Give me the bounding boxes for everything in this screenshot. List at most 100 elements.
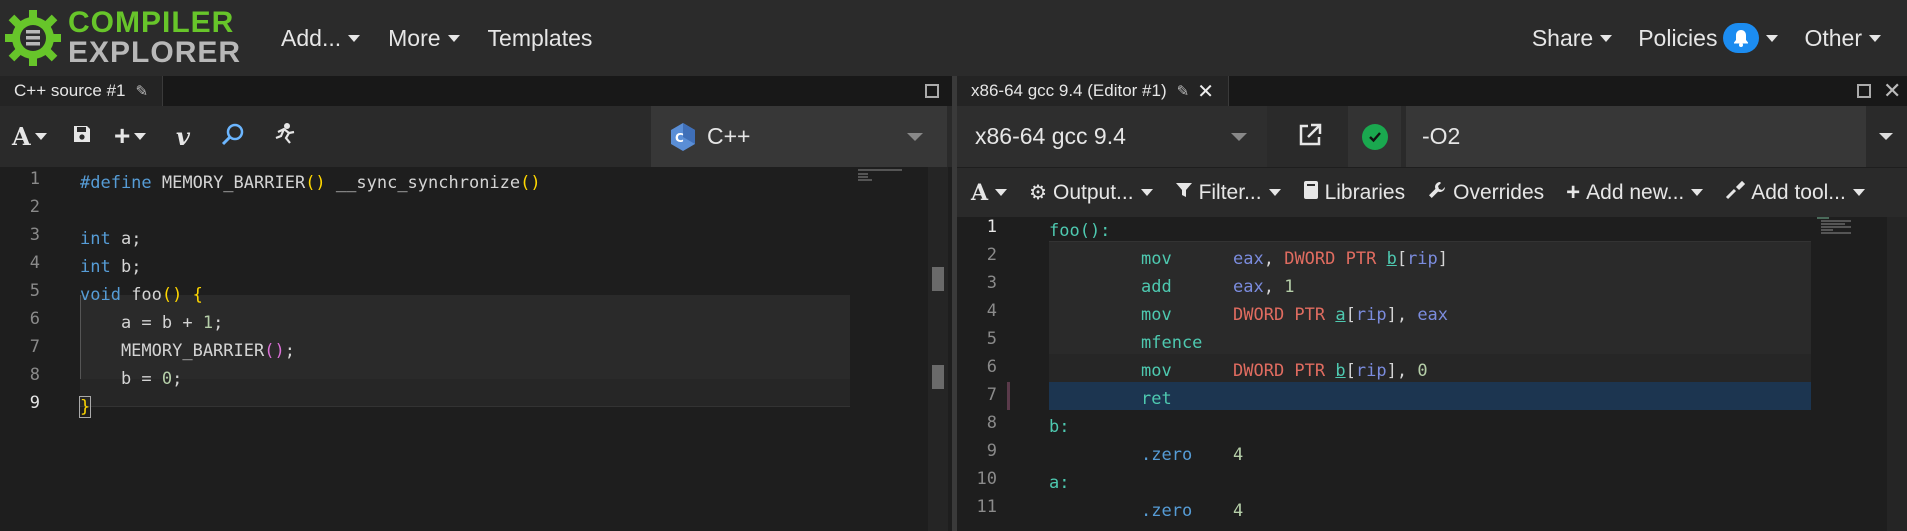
- add-new-menu[interactable]: + Add new...: [1566, 178, 1704, 207]
- logo-text-explorer: EXPLORER: [68, 36, 242, 69]
- compiler-explorer-logo[interactable]: COMPILER EXPLORER: [4, 0, 241, 76]
- nav-templates[interactable]: Templates: [488, 25, 593, 52]
- compiler-bar: x86-64 gcc 9.4 -O2: [957, 106, 1907, 167]
- runner-icon[interactable]: [270, 122, 298, 148]
- code-line: a = b + 1;: [80, 313, 224, 333]
- line-number: 2: [29, 197, 40, 217]
- nav-more-menu[interactable]: More: [388, 25, 460, 52]
- book-icon: [1303, 180, 1319, 206]
- line-highlight: [80, 379, 850, 407]
- top-navbar: COMPILER EXPLORER Add... More Templates …: [0, 0, 1907, 76]
- asm-operands: eax, 1: [1233, 277, 1295, 297]
- chevron-down-icon: [348, 34, 361, 42]
- output-toolbar: A ⚙ Output... Filter... Libraries Overrid…: [957, 167, 1907, 217]
- vertical-scrollbar[interactable]: [928, 167, 948, 531]
- maximize-icon[interactable]: [925, 84, 939, 98]
- close-pane-icon[interactable]: ✕: [1883, 78, 1901, 104]
- line-number: 8: [29, 365, 40, 385]
- chevron-down-icon: [1869, 34, 1881, 42]
- asm-line: a:: [1049, 473, 1070, 493]
- asm-line: .zero: [1141, 445, 1193, 465]
- compiler-tab-title: x86-64 gcc 9.4 (Editor #1): [971, 81, 1167, 100]
- vertical-scrollbar[interactable]: [1887, 217, 1907, 531]
- language-select[interactable]: C C++: [651, 106, 947, 167]
- code-line: MEMORY_BARRIER();: [80, 341, 295, 361]
- nav-policies-menu[interactable]: Policies: [1638, 23, 1779, 53]
- source-toolbar: A + v C C++: [0, 106, 952, 167]
- filter-menu[interactable]: Filter...: [1175, 181, 1281, 205]
- asm-operands: DWORD PTR b[rip], 0: [1233, 361, 1428, 381]
- vim-icon[interactable]: v: [176, 122, 190, 151]
- compiler-select[interactable]: x86-64 gcc 9.4: [957, 106, 1267, 167]
- chevron-down-icon: [1600, 34, 1613, 42]
- asm-line: mov: [1141, 305, 1172, 325]
- asm-line: add: [1141, 277, 1172, 297]
- code-line: b = 0;: [80, 369, 183, 389]
- chevron-down-icon: [907, 133, 923, 141]
- save-icon[interactable]: [72, 124, 92, 144]
- line-number: 6: [986, 357, 997, 377]
- funnel-icon: [1175, 181, 1193, 205]
- check-icon: [1361, 123, 1388, 150]
- popout-icon[interactable]: [1297, 122, 1323, 153]
- line-border: [1049, 217, 1811, 242]
- plus-icon: +: [1566, 178, 1581, 206]
- source-tabbar: C++ source #1 ✎: [0, 76, 952, 106]
- asm-operands: DWORD PTR a[rip], eax: [1233, 305, 1449, 325]
- asm-line: mfence: [1141, 333, 1203, 353]
- source-tab-title: C++ source #1: [14, 81, 126, 100]
- asm-operands: 4: [1233, 501, 1244, 521]
- pencil-icon[interactable]: ✎: [1177, 82, 1190, 100]
- code-line: }: [78, 396, 92, 418]
- code-line: void foo() {: [80, 285, 203, 305]
- font-size-icon[interactable]: A: [12, 122, 47, 151]
- compiler-tab[interactable]: x86-64 gcc 9.4 (Editor #1) ✎ ✕: [957, 76, 1229, 106]
- line-number: 3: [29, 225, 40, 245]
- options-dropdown-icon[interactable]: [1879, 133, 1893, 140]
- minimap[interactable]: [858, 169, 910, 183]
- nav-share-menu[interactable]: Share: [1532, 25, 1613, 52]
- asm-line: ret: [1141, 389, 1172, 409]
- asm-line: foo():: [1049, 221, 1111, 241]
- search-icon[interactable]: [220, 122, 246, 148]
- gutter-marker: [1007, 382, 1010, 410]
- add-tool-menu[interactable]: Add tool...: [1725, 180, 1865, 206]
- line-number: 1: [986, 217, 997, 237]
- svg-text:C: C: [675, 131, 684, 145]
- line-number: 4: [986, 301, 997, 321]
- pencil-icon[interactable]: ✎: [136, 82, 149, 100]
- compiler-options-input[interactable]: -O2: [1406, 106, 1866, 167]
- minimap[interactable]: [1817, 217, 1857, 239]
- assembly-output[interactable]: 1 2 3 4 5 6 7 8 9 10 11 foo(): mov eax, …: [957, 217, 1907, 531]
- line-number: 9: [29, 393, 40, 413]
- line-number: 3: [986, 273, 997, 293]
- source-tab[interactable]: C++ source #1 ✎: [0, 76, 164, 106]
- add-icon[interactable]: +: [114, 120, 147, 152]
- nav-add-menu[interactable]: Add...: [281, 25, 361, 52]
- compiler-name: x86-64 gcc 9.4: [975, 123, 1126, 149]
- close-icon[interactable]: ✕: [1197, 79, 1214, 104]
- source-code-editor[interactable]: 1 2 3 4 5 6 7 8 9 #define MEMORY_BARRIER…: [0, 167, 952, 531]
- font-size-icon[interactable]: A: [971, 180, 1008, 206]
- asm-line: mov: [1141, 249, 1172, 269]
- libraries-button[interactable]: Libraries: [1303, 180, 1405, 206]
- line-number: 11: [976, 497, 997, 517]
- compile-status[interactable]: [1348, 106, 1401, 167]
- code-line: #define MEMORY_BARRIER() __sync_synchron…: [80, 173, 541, 193]
- line-number: 7: [986, 385, 997, 405]
- line-number: 10: [976, 469, 997, 489]
- maximize-icon[interactable]: [1857, 84, 1871, 98]
- line-number: 6: [29, 309, 40, 329]
- line-number: 4: [29, 253, 40, 273]
- line-number: 2: [986, 245, 997, 265]
- nav-other-menu[interactable]: Other: [1804, 25, 1881, 52]
- overrides-button[interactable]: Overrides: [1427, 180, 1544, 206]
- gear-icon: ⚙: [1029, 182, 1048, 204]
- tool-icon: [1725, 180, 1746, 206]
- compiler-options-value: -O2: [1422, 123, 1461, 149]
- line-number: 7: [29, 337, 40, 357]
- output-menu[interactable]: ⚙ Output...: [1029, 180, 1153, 205]
- line-number: 9: [986, 441, 997, 461]
- chevron-down-icon: [1766, 34, 1779, 42]
- code-line: int a;: [80, 229, 142, 249]
